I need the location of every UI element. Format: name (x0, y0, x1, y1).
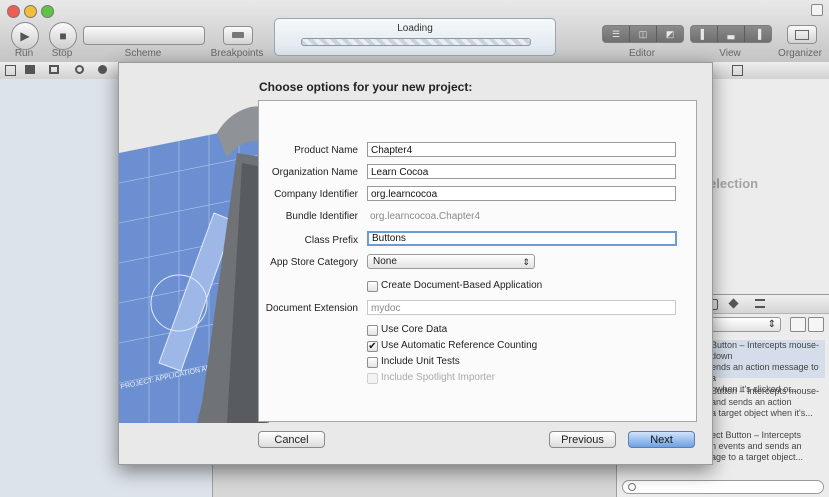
company-identifier-label: Company Identifier (274, 189, 358, 200)
library-item-line: age to a target object... (711, 452, 804, 462)
bundle-identifier-value: org.learncocoa.Chapter4 (370, 211, 481, 222)
core-data-checkbox[interactable] (367, 325, 378, 336)
library-item[interactable]: ect Button – Intercepts n events and sen… (711, 430, 825, 466)
bundle-identifier-label: Bundle Identifier (285, 211, 358, 222)
symbol-navigator-icon[interactable] (49, 65, 59, 74)
app-store-category-value: None (373, 256, 397, 267)
version-editor-icon[interactable]: ◩ (657, 26, 683, 42)
company-identifier-field[interactable]: org.learncocoa (367, 186, 676, 201)
object-library-icon[interactable] (728, 298, 739, 309)
breakpoints-button[interactable] (223, 26, 253, 45)
activity-viewer: Loading (274, 18, 556, 56)
previous-button[interactable]: Previous (549, 431, 616, 448)
arc-checkbox[interactable]: ✔ (367, 341, 378, 352)
spotlight-importer-checkbox (367, 373, 378, 384)
search-icon (628, 483, 636, 491)
document-based-checkbox[interactable] (367, 281, 378, 292)
vertical-divider-icon (5, 65, 16, 76)
product-name-field[interactable]: Chapter4 (367, 142, 676, 157)
project-navigator-icon[interactable] (25, 65, 35, 74)
cancel-button[interactable]: Cancel (258, 431, 325, 448)
activity-status: Loading (397, 23, 433, 34)
run-button[interactable]: ▶ (11, 22, 39, 50)
app-store-category-popup[interactable]: None ⇕ (367, 254, 535, 269)
view-segmented-control[interactable]: ▌ ▃ ▐ (690, 25, 772, 43)
standard-editor-icon[interactable]: ☰ (603, 26, 630, 42)
library-item-line: a target object when it's... (711, 408, 813, 418)
loading-progress-bar (301, 38, 531, 46)
assistant-editor-icon[interactable]: ◫ (630, 26, 657, 42)
document-based-label: Create Document-Based Application (381, 280, 543, 291)
organizer-icon (795, 30, 809, 40)
library-item-line: Button – Intercepts mouse-down (711, 340, 820, 361)
new-project-sheet: PROJECT: APPLICATION APP Choose options … (118, 62, 713, 465)
library-filter-popup[interactable]: ⇕ (706, 317, 781, 332)
stop-label: Stop (51, 48, 73, 59)
minimize-window-icon[interactable] (24, 5, 37, 18)
library-item[interactable]: Button – Intercepts mouse- and sends an … (711, 386, 825, 424)
core-data-label: Use Core Data (381, 324, 448, 335)
organizer-label: Organizer (778, 48, 822, 59)
checkmark-icon: ✔ (368, 341, 377, 352)
next-button[interactable]: Next (628, 431, 695, 448)
navigator-toggle-icon[interactable]: ▌ (691, 26, 718, 42)
fullscreen-icon[interactable] (811, 4, 823, 16)
breakpoints-label: Breakpoints (210, 48, 264, 59)
editor-segmented-control[interactable]: ☰ ◫ ◩ (602, 25, 684, 43)
no-selection-text: election (709, 176, 759, 191)
close-window-icon[interactable] (7, 5, 20, 18)
run-label: Run (14, 48, 34, 59)
issue-navigator-icon[interactable] (98, 65, 107, 74)
sheet-title: Choose options for your new project: (259, 80, 473, 94)
library-item-line: Button – Intercepts mouse- (711, 386, 820, 396)
window-toolbar: ▶ Run ■ Stop Scheme Breakpoints Loading … (0, 0, 829, 63)
icon-view-icon[interactable] (790, 317, 806, 332)
options-panel: Product Name Chapter4 Organization Name … (258, 100, 697, 422)
unit-tests-label: Include Unit Tests (381, 356, 460, 367)
view-label: View (719, 48, 741, 59)
class-prefix-field[interactable]: Buttons (367, 231, 677, 246)
document-extension-field[interactable]: mydoc (367, 300, 676, 315)
arc-label: Use Automatic Reference Counting (381, 340, 538, 351)
list-view-icon[interactable] (808, 317, 824, 332)
library-search-field[interactable] (622, 480, 824, 494)
utilities-toggle-icon[interactable]: ▐ (745, 26, 771, 42)
library-item-line: ends an action message to a (711, 362, 819, 383)
library-item-line: n events and sends an (711, 441, 802, 451)
library-item[interactable]: Button – Intercepts mouse-down ends an a… (711, 340, 825, 394)
search-navigator-icon[interactable] (75, 65, 84, 74)
media-library-icon[interactable] (755, 299, 765, 308)
zoom-window-icon[interactable] (41, 5, 54, 18)
editor-label: Editor (628, 48, 656, 59)
document-extension-label: Document Extension (265, 303, 358, 314)
unit-tests-checkbox[interactable] (367, 357, 378, 368)
popup-arrows-icon: ⇕ (522, 257, 530, 267)
debug-area-toggle-icon[interactable]: ▃ (718, 26, 745, 42)
library-item-line: ect Button – Intercepts (711, 430, 802, 440)
organization-name-field[interactable]: Learn Cocoa (367, 164, 676, 179)
organizer-button[interactable] (787, 25, 817, 44)
organization-name-label: Organization Name (271, 167, 358, 178)
app-store-category-label: App Store Category (270, 257, 358, 268)
stop-button[interactable]: ■ (49, 22, 77, 50)
spotlight-importer-label: Include Spotlight Importer (381, 372, 495, 383)
file-inspector-icon[interactable] (732, 65, 743, 76)
stop-icon: ■ (59, 29, 67, 43)
breakpoint-icon (232, 32, 244, 38)
scheme-popup[interactable] (83, 26, 205, 45)
product-name-label: Product Name (294, 145, 358, 156)
class-prefix-label: Class Prefix (304, 235, 358, 246)
play-icon: ▶ (20, 29, 30, 43)
library-item-line: and sends an action (711, 397, 792, 407)
scheme-label: Scheme (124, 48, 162, 59)
